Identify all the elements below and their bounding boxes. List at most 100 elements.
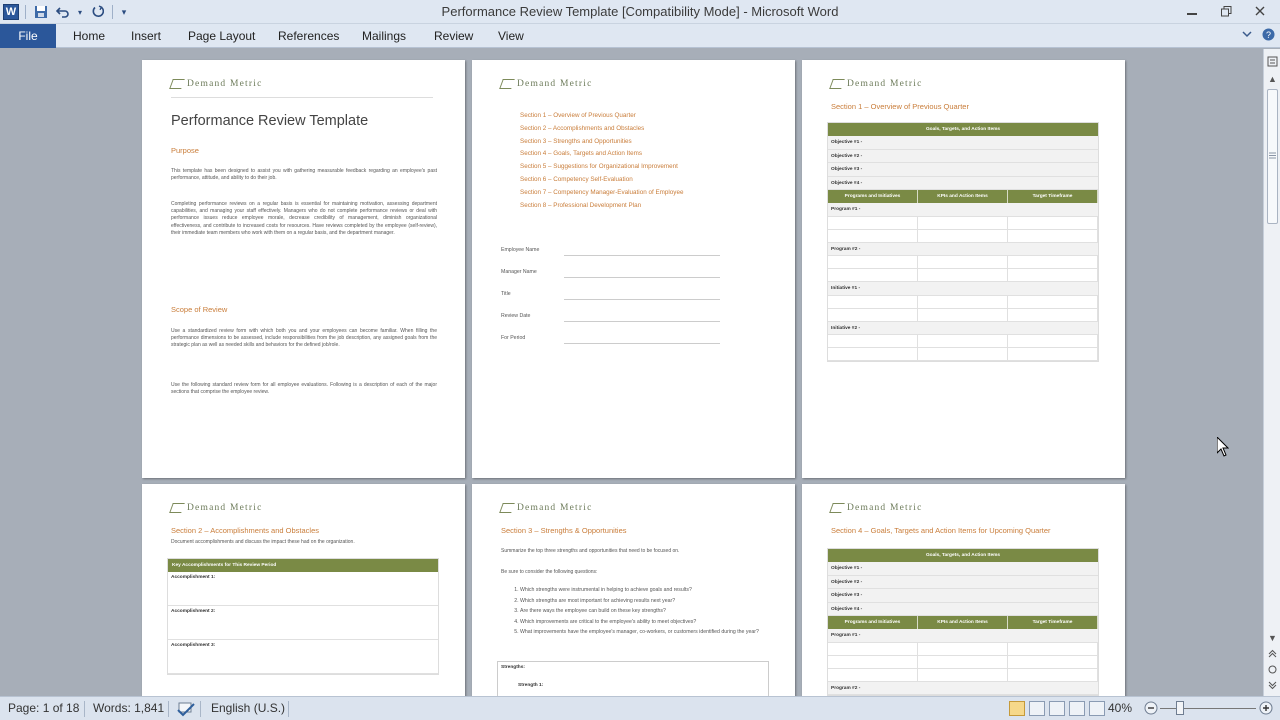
close-icon[interactable] [1243, 0, 1277, 22]
table-row[interactable]: Accomplishment 2: [168, 606, 438, 640]
table-row[interactable]: Accomplishment 1: [168, 572, 438, 606]
purpose-paragraph-1: This template has been designed to assis… [171, 168, 437, 182]
page-4[interactable]: Demand Metric Section 2 – Accomplishment… [142, 484, 465, 696]
list-item: What improvements have the employee's ma… [520, 627, 766, 638]
scroll-down-icon[interactable]: ▼ [1266, 631, 1279, 644]
ribbon-tab-bar: File Home Insert Page Layout References … [0, 24, 1280, 48]
table-row[interactable]: Objective #1 - [828, 562, 1098, 576]
tab-file[interactable]: File [0, 24, 56, 48]
language-indicator[interactable]: English (U.S.) [211, 701, 285, 715]
word-count[interactable]: Words: 1,841 [93, 701, 164, 715]
table-cells[interactable] [828, 229, 1098, 243]
zoom-slider-thumb[interactable] [1176, 701, 1184, 715]
web-layout-view-button[interactable] [1049, 701, 1065, 716]
field-label: For Period [501, 335, 526, 341]
vertical-scrollbar[interactable]: ▲ ▼ [1263, 49, 1280, 696]
tab-mailings[interactable]: Mailings [362, 24, 406, 48]
table-row[interactable]: Objective #2 - [828, 575, 1098, 589]
purpose-paragraph-2: Completing performance reviews on a regu… [171, 201, 437, 236]
column-header: KPIs and Action Items [918, 616, 1008, 629]
tab-home[interactable]: Home [73, 24, 105, 48]
view-ruler-icon[interactable] [1266, 55, 1279, 68]
table-row[interactable]: Objective #2 - [828, 149, 1098, 163]
tab-insert[interactable]: Insert [131, 24, 161, 48]
status-separator [84, 701, 85, 717]
tab-review[interactable]: Review [434, 24, 473, 48]
demand-metric-logo: Demand Metric [499, 503, 592, 513]
manager-name-field[interactable]: Manager Name [501, 269, 537, 275]
table-subheader: Programs and Initiatives KPIs and Action… [828, 190, 1098, 203]
title-field[interactable]: Title [501, 291, 511, 297]
table-row[interactable]: Accomplishment 3: [168, 640, 438, 674]
table-cells[interactable] [828, 668, 1098, 682]
table-cells[interactable] [828, 216, 1098, 230]
status-separator [288, 701, 289, 717]
review-date-field[interactable]: Review Date [501, 313, 530, 319]
employee-name-field[interactable]: Employee Name [501, 247, 539, 253]
proofing-icon[interactable] [176, 701, 196, 720]
table-row[interactable]: Program #2 - [828, 242, 1098, 256]
table-row[interactable]: Objective #4 - [828, 602, 1098, 616]
document-area[interactable]: Demand Metric Performance Review Templat… [0, 49, 1263, 696]
field-label: Title [501, 291, 511, 297]
zoom-in-icon[interactable] [1259, 701, 1273, 718]
title-bar: W ▾ ▾ Performance Review Template [Compa… [0, 0, 1280, 24]
help-icon[interactable]: ? [1262, 28, 1275, 44]
previous-page-icon[interactable] [1266, 647, 1279, 660]
restore-icon[interactable] [1209, 0, 1243, 22]
tab-view[interactable]: View [498, 24, 524, 48]
page-count[interactable]: Page: 1 of 18 [8, 701, 79, 715]
page-3[interactable]: Demand Metric Section 1 – Overview of Pr… [802, 60, 1125, 478]
expand-ribbon-icon[interactable] [1242, 28, 1252, 42]
table-cells[interactable] [828, 308, 1098, 322]
print-layout-view-button[interactable] [1009, 701, 1025, 716]
section-list-item: Section 2 – Accomplishments and Obstacle… [520, 124, 645, 132]
column-header: Programs and Initiatives [828, 616, 918, 629]
page-2[interactable]: Demand Metric Section 1 – Overview of Pr… [472, 60, 795, 478]
table-cells[interactable] [828, 269, 1098, 282]
outline-view-button[interactable] [1069, 701, 1085, 716]
section-4-heading: Section 4 – Goals, Targets and Action It… [831, 526, 1051, 535]
table-row[interactable]: Objective #1 - [828, 136, 1098, 150]
page-6[interactable]: Demand Metric Section 4 – Goals, Targets… [802, 484, 1125, 696]
next-page-icon[interactable] [1266, 679, 1279, 692]
table-row[interactable]: Objective #4 - [828, 176, 1098, 190]
table-row[interactable]: Objective #3 - [828, 163, 1098, 177]
section-3-intro: Summarize the top three strengths and op… [501, 548, 680, 554]
field-label: Review Date [501, 313, 531, 319]
table-cells[interactable] [828, 642, 1098, 656]
table-row[interactable]: Program #2 - [828, 681, 1098, 695]
status-separator [200, 701, 201, 717]
scrollbar-thumb[interactable] [1267, 89, 1278, 224]
table-cells[interactable] [828, 295, 1098, 309]
full-screen-reading-view-button[interactable] [1029, 701, 1045, 716]
table-cells[interactable] [828, 655, 1098, 669]
minimize-icon[interactable] [1175, 0, 1209, 22]
goals-table: Goals, Targets, and Action Items Objecti… [827, 548, 1099, 696]
for-period-field[interactable]: For Period [501, 335, 525, 341]
table-cells[interactable] [828, 348, 1098, 361]
table-row[interactable]: Objective #3 - [828, 589, 1098, 603]
table-row[interactable]: Initiative #2 - [828, 321, 1098, 335]
zoom-level[interactable]: 40% [1108, 701, 1132, 715]
table-cells[interactable] [828, 335, 1098, 348]
table-row[interactable]: Program #1 - [828, 203, 1098, 217]
field-line [564, 255, 720, 256]
zoom-out-icon[interactable] [1144, 701, 1158, 718]
select-browse-object-icon[interactable] [1266, 663, 1279, 676]
logo-mark-icon [499, 79, 515, 89]
status-bar: Page: 1 of 18 Words: 1,841 English (U.S.… [0, 696, 1280, 720]
page-1[interactable]: Demand Metric Performance Review Templat… [142, 60, 465, 478]
page-5[interactable]: Demand Metric Section 3 – Strengths & Op… [472, 484, 795, 696]
strengths-box[interactable]: Strengths: Strength 1: [497, 661, 769, 696]
table-cells[interactable] [828, 256, 1098, 269]
draft-view-button[interactable] [1089, 701, 1105, 716]
tab-references[interactable]: References [278, 24, 339, 48]
table-row[interactable]: Initiative #1 - [828, 282, 1098, 296]
scroll-up-icon[interactable]: ▲ [1266, 72, 1279, 85]
zoom-slider[interactable] [1160, 708, 1256, 709]
demand-metric-logo: Demand Metric [499, 79, 592, 89]
section-list-item: Section 3 – Strengths and Opportunities [520, 137, 632, 145]
tab-page-layout[interactable]: Page Layout [188, 24, 255, 48]
table-row[interactable]: Program #1 - [828, 629, 1098, 643]
